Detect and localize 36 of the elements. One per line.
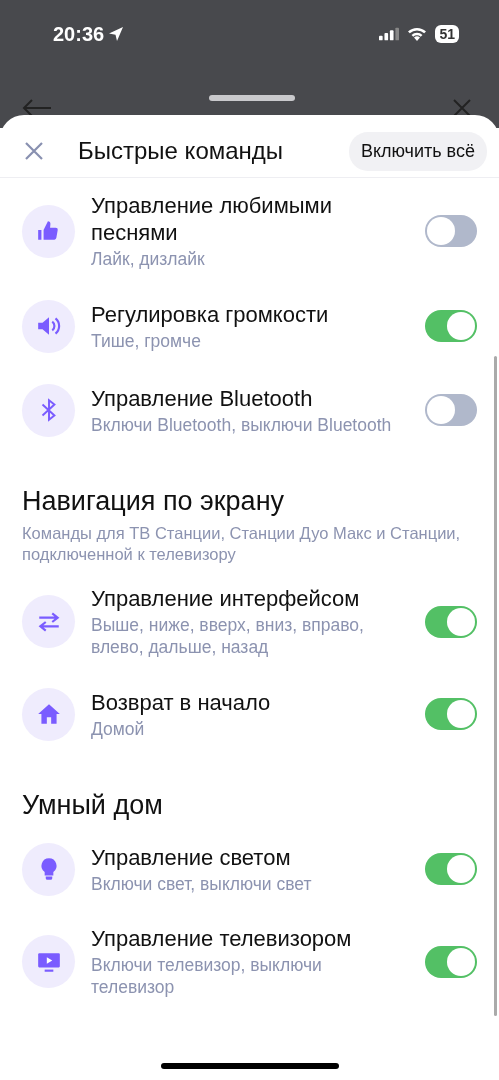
signal-icon [379,27,400,41]
toggle-switch[interactable] [425,853,477,885]
command-examples: Включи телевизор, выключи телевизор [91,954,323,998]
toggle-switch[interactable] [425,394,477,426]
command-title: Регулировка громкости [91,300,330,328]
command-examples: Лайк, дизлайк [91,248,206,270]
location-icon [108,26,125,42]
toggle-switch[interactable] [425,945,477,978]
section-description: Команды для ТВ Станции, Станции Дуо Макс и Станции, подключенной к телевизору [22,523,462,565]
command-title: Возврат в начало [91,688,272,716]
enable-all-button[interactable]: Включить всё [348,131,487,171]
toggle-switch[interactable] [425,605,477,638]
toggle-switch[interactable] [425,698,477,730]
command-examples: Включи свет, выключи свет [91,872,313,895]
wifi-icon [407,27,428,41]
sheet-title: Быстрые команды [78,137,285,165]
battery-icon: 51 [435,25,459,43]
back-arrow-icon [22,98,52,118]
sheet-grabber[interactable] [209,95,295,101]
command-title: Управление любимыми песнями [91,192,333,246]
toggle-switch[interactable] [425,310,477,342]
command-title: Управление светом [91,843,292,871]
close-icon [24,141,44,161]
command-title: Управление телевизором [91,925,353,952]
command-examples: Тише, громче [91,329,202,352]
command-title: Управление Bluetooth [91,384,314,412]
command-title: Управление интерфейсом [91,585,361,612]
status-time: 20:36 [53,22,105,46]
command-examples: Выше, ниже, вверх, вниз, вправо, влево, дальше, назад [91,614,365,658]
close-icon [452,98,472,118]
command-examples: Включи Bluetooth, выключи Bluetooth [91,413,393,436]
section-title: Умный дом [22,790,164,821]
command-examples: Домой [91,717,146,740]
section-title: Навигация по экрану [22,486,286,517]
close-button[interactable] [24,141,44,161]
toggle-switch[interactable] [425,215,477,247]
